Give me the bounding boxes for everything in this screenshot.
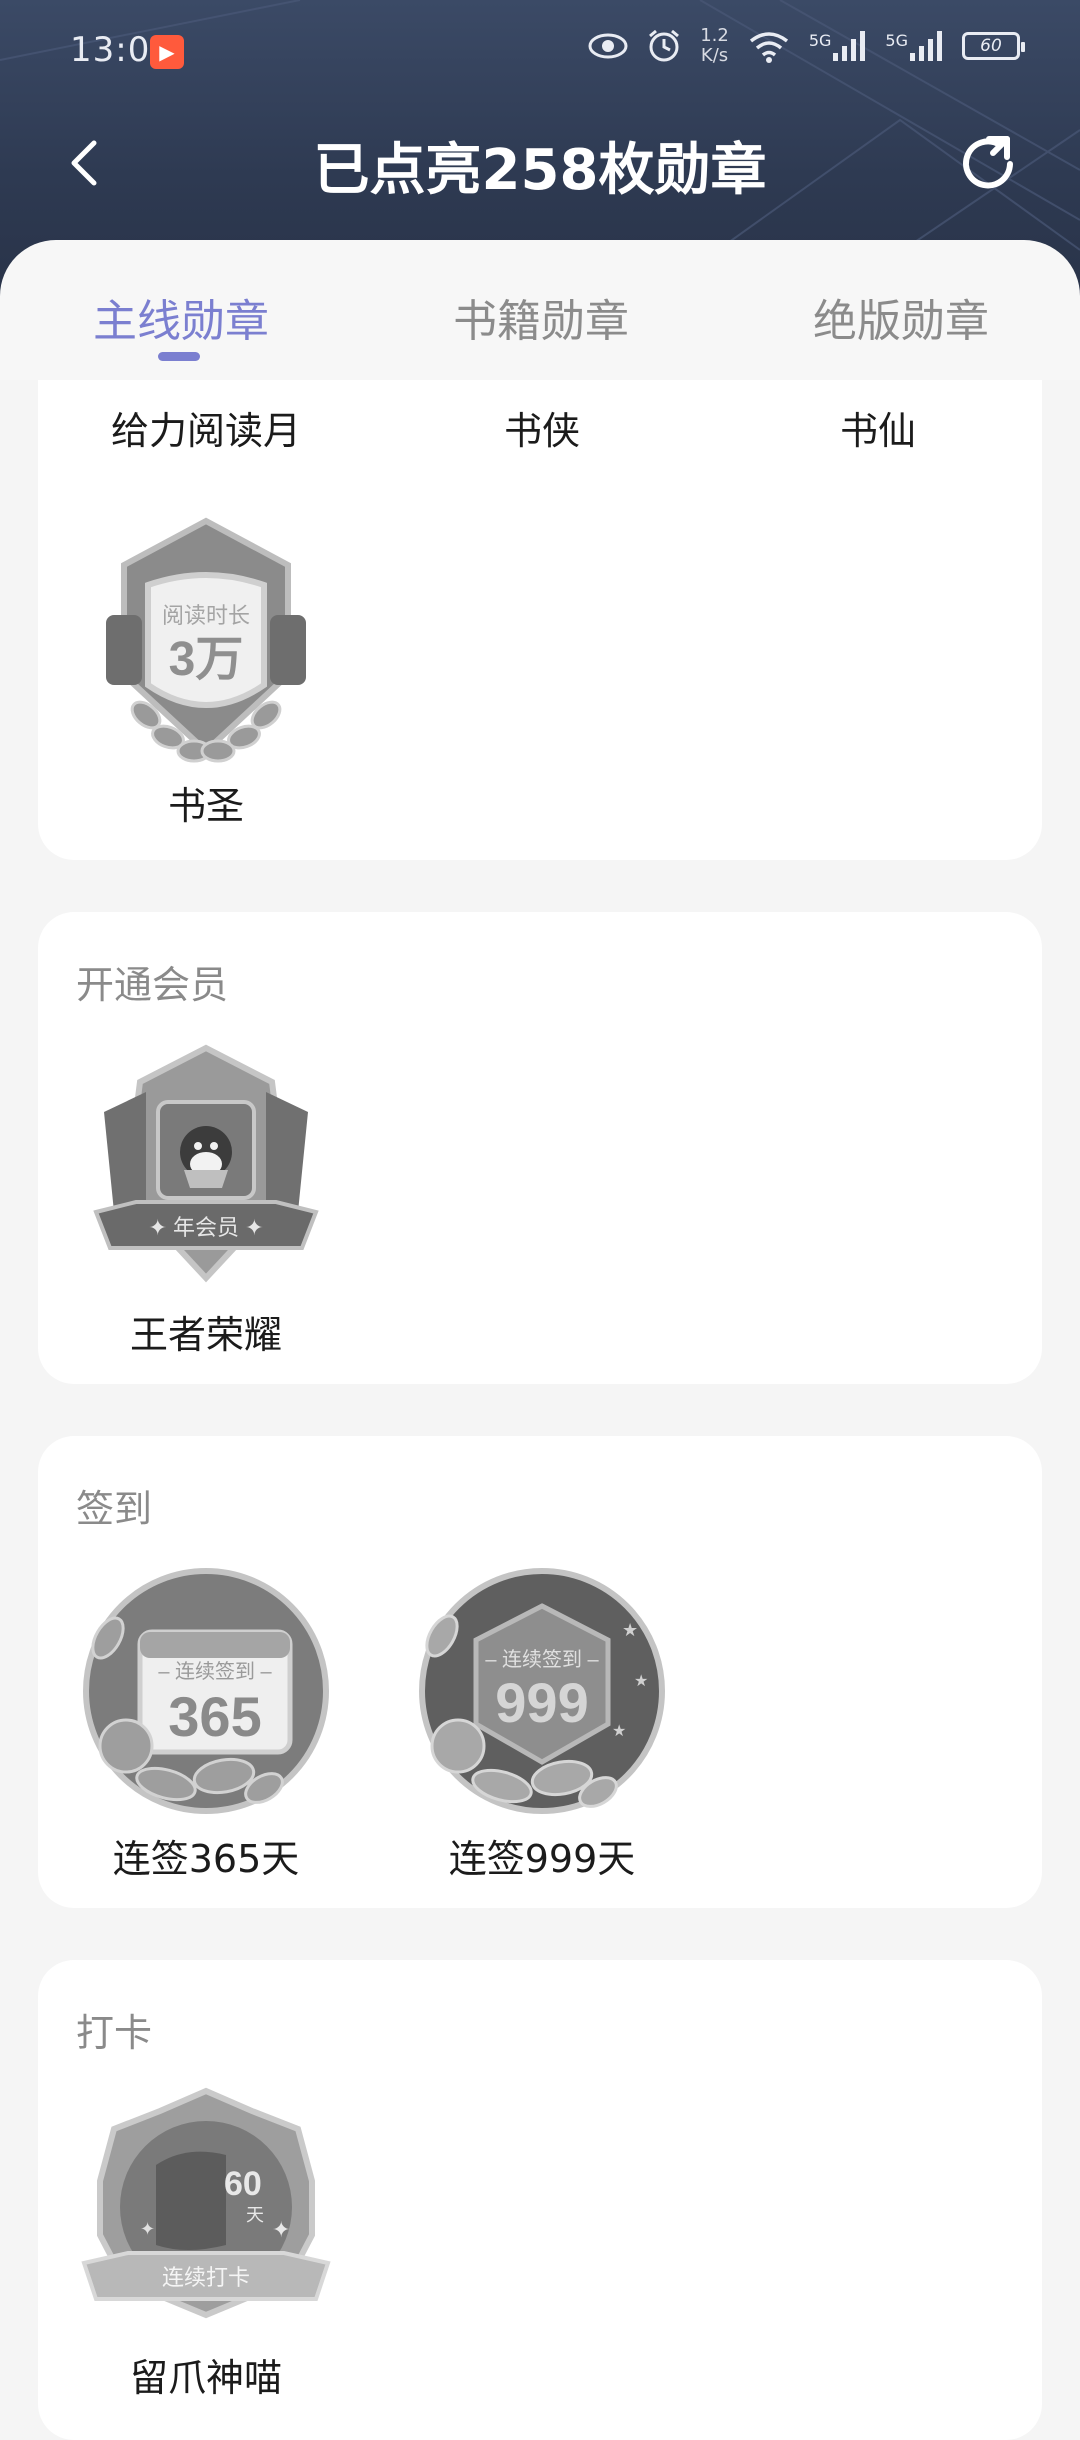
badge-label[interactable]: 书侠 — [374, 400, 710, 455]
reading-badges-card: 给力阅读月 书侠 书仙 阅读时长 3万 书圣 — [38, 380, 1042, 860]
svg-text:– 连续签到 –: – 连续签到 – — [158, 1660, 272, 1683]
badge-label: 连签365天 — [112, 1837, 300, 1881]
section-title: 打卡 — [76, 2011, 153, 2055]
svg-text:连续打卡: 连续打卡 — [162, 2265, 250, 2290]
tab-limited-badges[interactable]: 绝版勋章 — [813, 285, 989, 349]
status-icons: 1.2 K/s 5G 5G 60 — [588, 25, 1025, 66]
punch-badges-card: 打卡 60 天 ✦ ✦ 连续打卡 留爪神喵 — [38, 1960, 1042, 2440]
page-title: 已点亮258枚勋章 — [313, 138, 767, 203]
punch-60-days-badge-icon: 60 天 ✦ ✦ 连续打卡 — [81, 2087, 331, 2319]
tab-mainline-badges[interactable]: 主线勋章 — [93, 285, 269, 349]
svg-text:★: ★ — [634, 1671, 648, 1690]
svg-text:60: 60 — [224, 2165, 262, 2203]
active-tab-indicator — [158, 352, 200, 361]
network-speed: 1.2 K/s — [700, 25, 729, 66]
svg-text:3万: 3万 — [169, 633, 244, 686]
badge-label: 留爪神喵 — [129, 2356, 282, 2400]
badge-item[interactable]: 60 天 ✦ ✦ 连续打卡 留爪神喵 — [38, 2085, 374, 2405]
reading-duration-badge-icon: 阅读时长 3万 — [106, 517, 306, 763]
section-title: 开通会员 — [76, 963, 229, 1007]
tab-book-badges[interactable]: 书籍勋章 — [453, 285, 629, 349]
status-bar: 13:00 ▶ 1.2 K/s 5G 5G 60 — [0, 0, 1080, 100]
badge-item[interactable]: – 连续签到 – 999 ★ ★ ★ 连签999天 — [374, 1566, 710, 1886]
svg-text:✦ 年会员 ✦: ✦ 年会员 ✦ — [148, 1215, 263, 1240]
badge-label[interactable]: 书仙 — [710, 400, 1046, 455]
badge-label[interactable]: 给力阅读月 — [38, 400, 374, 455]
badge-label: 连签999天 — [448, 1837, 636, 1881]
svg-text:365: 365 — [168, 1685, 261, 1748]
checkin-badges-card: 签到 – 连续签到 – 365 连签365天 – 连续签到 – 999 ★ ★ … — [38, 1436, 1042, 1908]
badge-item[interactable]: 阅读时长 3万 书圣 — [38, 515, 374, 828]
svg-text:✦: ✦ — [272, 2218, 290, 2243]
annual-member-badge-icon: ✦ 年会员 ✦ — [93, 1044, 319, 1283]
svg-text:★: ★ — [622, 1620, 638, 1641]
badge-label: 王者荣耀 — [129, 1313, 282, 1357]
battery-icon: 60 — [962, 32, 1025, 60]
signal-icon-1: 5G — [809, 31, 868, 61]
section-title: 签到 — [76, 1487, 153, 1531]
nav-bar: 已点亮258枚勋章 — [0, 115, 1080, 215]
app-notification-icon: ▶ — [150, 35, 184, 69]
svg-text:天: 天 — [246, 2205, 264, 2225]
signal-icon-2: 5G — [885, 31, 944, 61]
tab-bar: 主线勋章 书籍勋章 绝版勋章 — [0, 240, 1080, 380]
svg-text:阅读时长: 阅读时长 — [162, 603, 250, 628]
svg-text:– 连续签到 –: – 连续签到 – — [485, 1648, 599, 1671]
wifi-icon — [749, 32, 788, 63]
badge-item[interactable]: ✦ 年会员 ✦ 王者荣耀 — [38, 1042, 374, 1362]
svg-text:★: ★ — [612, 1721, 626, 1740]
checkin-365-badge-icon: – 连续签到 – 365 — [83, 1568, 329, 1814]
svg-text:✦: ✦ — [140, 2219, 155, 2240]
alarm-icon — [649, 29, 680, 62]
eye-icon — [588, 33, 628, 59]
checkin-999-badge-icon: – 连续签到 – 999 ★ ★ ★ — [419, 1568, 665, 1814]
badge-item[interactable]: – 连续签到 – 365 连签365天 — [38, 1566, 374, 1886]
refresh-icon[interactable] — [955, 129, 1025, 199]
vip-badges-card: 开通会员 ✦ 年会员 ✦ 王者荣耀 — [38, 912, 1042, 1384]
svg-text:999: 999 — [495, 1671, 588, 1734]
badge-label: 书圣 — [167, 784, 244, 828]
